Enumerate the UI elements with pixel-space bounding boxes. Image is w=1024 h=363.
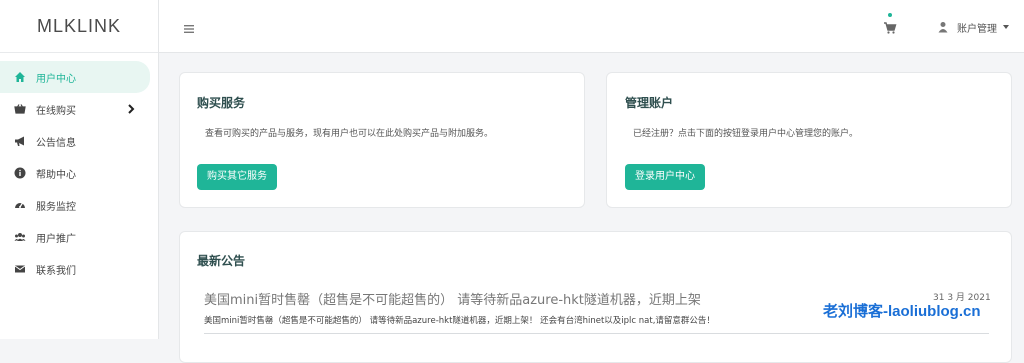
home-icon — [14, 71, 26, 83]
news-headline-link[interactable]: 美国mini暂时售罄（超售是不可能超售的） 请等待新品azure-hkt隧道机器… — [204, 289, 701, 308]
brand-logo[interactable]: MLKLINK — [0, 0, 158, 53]
buy-services-card: 购买服务 查看可购买的产品与服务，现有用户也可以在此处购买产品与附加服务。 购买… — [179, 72, 585, 208]
login-user-center-button[interactable]: 登录用户中心 — [625, 164, 705, 190]
sidebar-item-user-center[interactable]: 用户中心 — [0, 61, 150, 93]
chevron-right-icon — [126, 102, 136, 116]
news-summary: 美国mini暂时售罄（超售是不可能超售的） 请等待新品azure-hkt隧道机器… — [204, 316, 715, 326]
buy-other-services-button[interactable]: 购买其它服务 — [197, 164, 277, 190]
sidebar-item-referral[interactable]: 用户推广 — [0, 221, 158, 253]
sidebar-item-label: 用户中心 — [36, 73, 76, 85]
cart-icon[interactable] — [883, 20, 897, 34]
card-title: 最新公告 — [197, 254, 246, 268]
basket-icon — [14, 103, 26, 115]
latest-news-card: 最新公告 美国mini暂时售罄（超售是不可能超售的） 请等待新品azure-hk… — [179, 231, 1012, 363]
card-title: 购买服务 — [197, 96, 246, 110]
users-icon — [14, 231, 26, 243]
caret-down-icon — [1003, 25, 1009, 29]
sidebar-item-label: 服务监控 — [36, 201, 76, 213]
news-divider — [204, 333, 989, 334]
manage-account-card: 管理账户 已经注册？点击下面的按钮登录用户中心管理您的账户。 登录用户中心 — [606, 72, 1012, 208]
sidebar-item-label: 公告信息 — [36, 137, 76, 149]
cart-badge — [888, 13, 892, 17]
sidebar-item-service-monitor[interactable]: 服务监控 — [0, 189, 158, 221]
sidebar: MLKLINK 用户中心 在线购买 公告信息 帮助中心 服务监控 用户推广 联系… — [0, 0, 159, 339]
account-menu-label: 账户管理 — [957, 23, 997, 35]
sidebar-item-label: 用户推广 — [36, 233, 76, 245]
sidebar-item-label: 联系我们 — [36, 265, 76, 277]
sidebar-item-contact[interactable]: 联系我们 — [0, 253, 158, 285]
card-title: 管理账户 — [625, 96, 674, 110]
watermark-text: 老刘博客-laoliublog.cn — [823, 303, 981, 320]
top-bar: 账户管理 — [159, 0, 1024, 53]
sidebar-item-buy-online[interactable]: 在线购买 — [0, 93, 158, 125]
dashboard-icon — [14, 199, 26, 211]
sidebar-item-label: 在线购买 — [36, 105, 76, 117]
card-description: 查看可购买的产品与服务，现有用户也可以在此处购买产品与附加服务。 — [205, 129, 494, 139]
sidebar-nav: 用户中心 在线购买 公告信息 帮助中心 服务监控 用户推广 联系我们 — [0, 61, 158, 285]
user-icon — [937, 21, 949, 33]
hamburger-menu-icon[interactable] — [183, 20, 195, 33]
bullhorn-icon — [14, 135, 26, 147]
envelope-icon — [14, 263, 26, 275]
account-menu[interactable]: 账户管理 — [937, 19, 1009, 35]
sidebar-item-announcements[interactable]: 公告信息 — [0, 125, 158, 157]
info-circle-icon — [14, 167, 26, 179]
sidebar-item-help-center[interactable]: 帮助中心 — [0, 157, 158, 189]
card-description: 已经注册？点击下面的按钮登录用户中心管理您的账户。 — [633, 129, 859, 139]
sidebar-item-label: 帮助中心 — [36, 169, 76, 181]
